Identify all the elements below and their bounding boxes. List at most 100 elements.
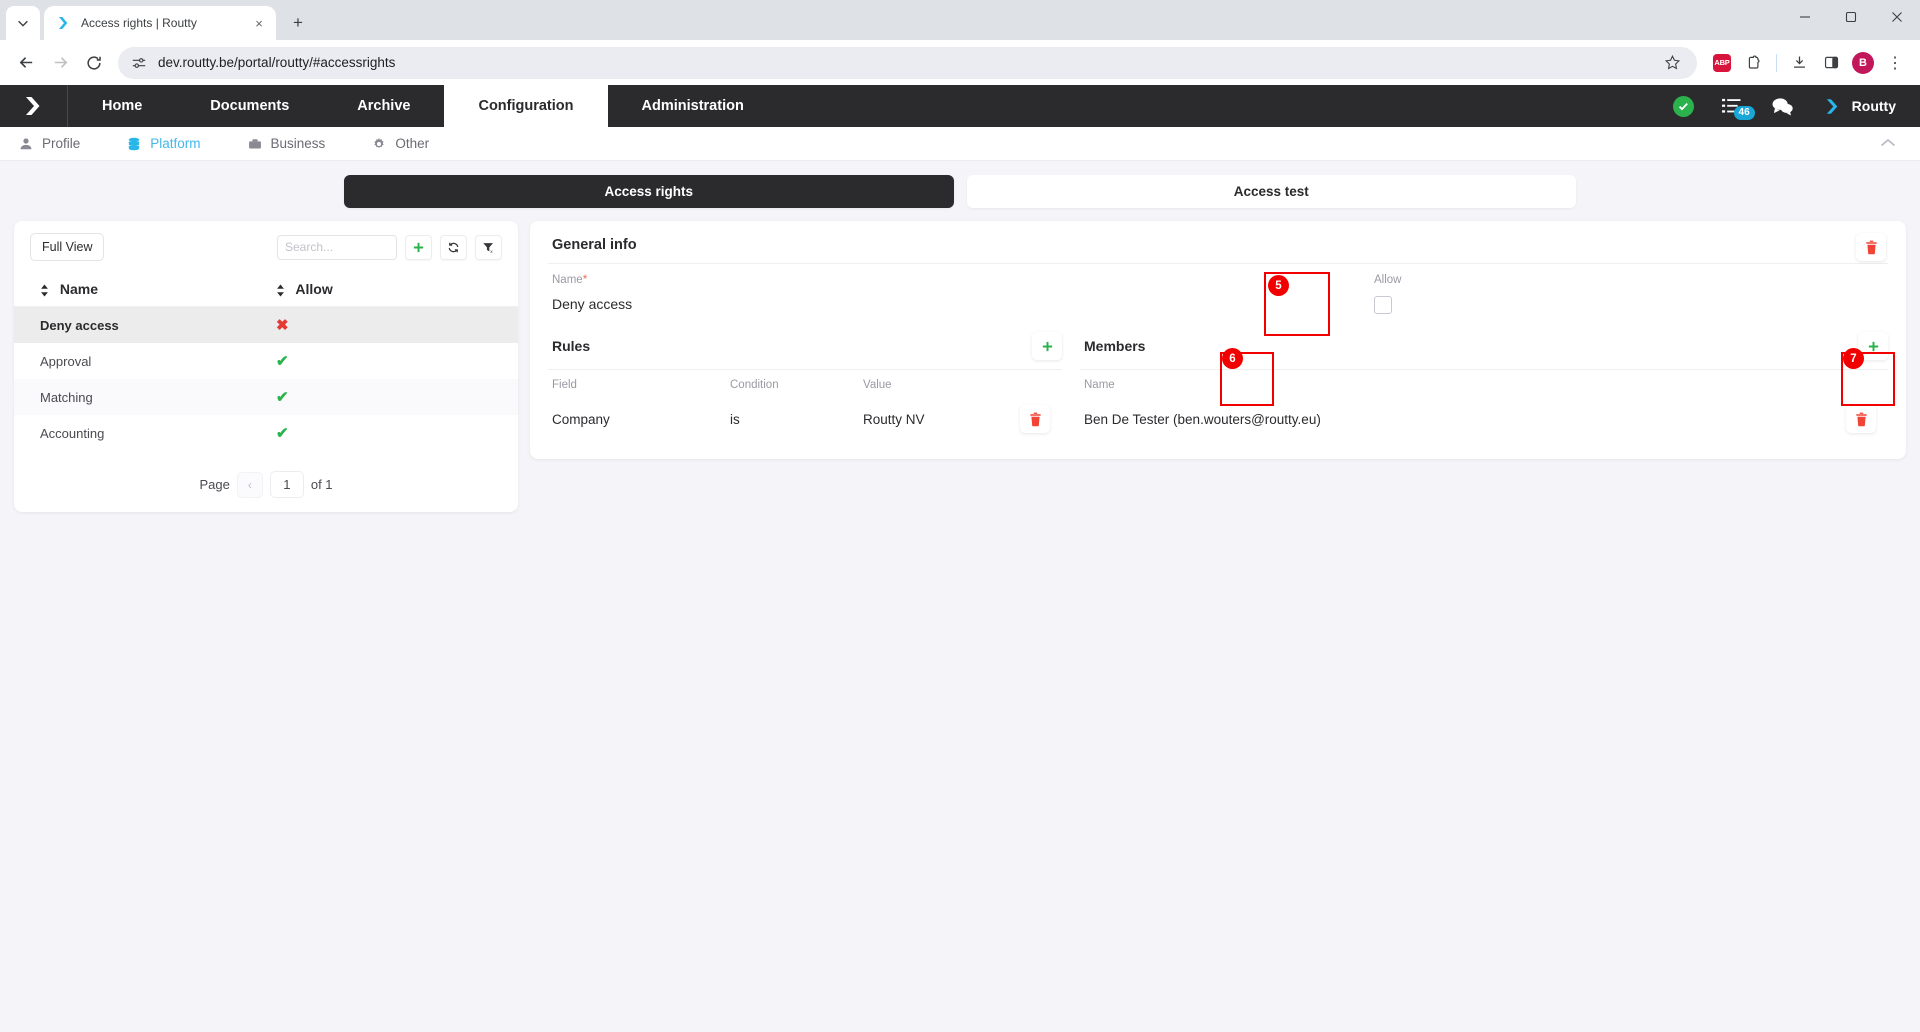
page-content: Access rights Access test Full View [0,161,1920,512]
rules-header: Rules [548,332,1062,369]
name-label-text: Name [552,274,583,286]
reload-button[interactable] [78,47,110,79]
side-panel-icon[interactable] [1816,48,1846,78]
rules-table-body: Company is Routty NV [548,399,1062,439]
rule-field: Company [548,399,726,439]
subnav-item-business[interactable]: Business [247,136,348,152]
rules-table-header: Field Condition Value [548,370,1062,399]
delete-rule-button[interactable] [1020,405,1050,433]
subnav-label-business: Business [271,136,326,151]
table-row[interactable]: Ben De Tester (ben.wouters@routty.eu) [1080,399,1888,439]
nav-item-archive[interactable]: Archive [323,85,444,127]
site-settings-icon[interactable] [130,54,148,72]
routty-logo-icon [56,15,72,31]
subnav-label-other: Other [395,136,429,151]
person-icon [18,136,34,152]
table-row[interactable]: Company is Routty NV [548,399,1062,439]
downloads-icon[interactable] [1784,48,1814,78]
profile-button[interactable]: B [1848,48,1878,78]
task-count-badge: 46 [1734,106,1755,120]
table-row[interactable]: Approval ✔ [14,343,518,379]
annotation-number-6: 6 [1222,348,1243,369]
minimize-button[interactable] [1782,0,1828,34]
rule-condition: is [726,399,859,439]
maximize-icon [1845,11,1857,23]
allow-checkbox[interactable] [1374,296,1392,314]
refresh-icon [447,241,460,254]
row-allow: ✔ [274,379,518,415]
forward-button[interactable] [44,47,76,79]
subnav-item-other[interactable]: Other [371,136,451,152]
briefcase-icon [247,136,263,152]
members-column-actions [1842,370,1888,399]
search-input[interactable] [277,235,397,260]
extensions-icon[interactable] [1739,48,1769,78]
delete-member-button[interactable] [1846,405,1876,433]
address-bar[interactable]: dev.routty.be/portal/routty/#accessright… [118,47,1697,79]
table-row[interactable]: Accounting ✔ [14,415,518,451]
rules-add-button[interactable] [1032,332,1062,360]
delete-access-right-button[interactable] [1856,233,1886,261]
chevron-up-icon[interactable] [1880,135,1896,153]
refresh-button[interactable] [440,235,467,260]
bookmark-star-icon[interactable] [1661,52,1683,74]
row-allow: ✔ [274,415,518,451]
list-toolbar: Full View [14,233,518,261]
chevron-down-icon [16,16,30,30]
tab-access-test[interactable]: Access test [967,175,1577,208]
page-number-input[interactable] [270,471,304,498]
members-column-name: Name [1080,370,1842,399]
check-circle-icon[interactable] [1673,96,1694,117]
sort-icon [40,284,49,297]
column-header-allow-label: Allow [295,281,332,297]
close-icon[interactable]: × [250,14,268,32]
access-right-detail-panel: General info Name* Deny access Allow [530,221,1906,459]
nav-right-actions: 46 Routty [1673,85,1920,127]
table-row[interactable]: Matching ✔ [14,379,518,415]
general-info-title: General info [548,235,1888,263]
page-tabs: Access rights Access test [14,175,1906,208]
add-button[interactable] [405,235,432,260]
routty-chevron-logo [1822,96,1843,117]
chat-button[interactable] [1771,97,1794,116]
check-icon: ✔ [276,425,289,442]
nav-item-home[interactable]: Home [68,85,176,127]
app-logo[interactable] [0,85,68,127]
tab-access-rights[interactable]: Access rights [344,175,954,208]
nav-item-documents[interactable]: Documents [176,85,323,127]
application: Home Documents Archive Configuration Adm… [0,85,1920,1032]
column-header-name[interactable]: Name [14,275,274,307]
nav-item-configuration[interactable]: Configuration [444,85,607,127]
full-view-button[interactable]: Full View [30,233,104,261]
routty-chevron-logo [21,93,47,119]
column-header-allow[interactable]: Allow [274,275,518,307]
subnav-item-platform[interactable]: Platform [126,136,222,152]
chat-bubbles-icon [1771,97,1794,116]
table-row[interactable]: Deny access ✖ [14,307,518,344]
tab-search-button[interactable] [6,6,40,40]
filter-clear-icon: x [482,241,495,254]
adblock-plus-icon[interactable]: ABP [1707,48,1737,78]
address-bar-url: dev.routty.be/portal/routty/#accessright… [158,55,1651,70]
column-header-name-label: Name [60,281,98,297]
maximize-button[interactable] [1828,0,1874,34]
prev-page-button[interactable]: ‹ [237,472,263,498]
clear-filter-button[interactable]: x [475,235,502,260]
plus-icon [1867,340,1880,353]
task-list-button[interactable]: 46 [1722,97,1743,116]
subnav-item-profile[interactable]: Profile [18,136,102,152]
user-menu[interactable]: Routty [1822,96,1896,117]
browser-tab[interactable]: Access rights | Routty × [44,6,276,40]
member-name: Ben De Tester (ben.wouters@routty.eu) [1080,399,1842,439]
back-button[interactable] [10,47,42,79]
window-controls [1782,0,1920,34]
close-window-button[interactable] [1874,0,1920,34]
rule-actions [1016,399,1062,439]
nav-item-administration[interactable]: Administration [608,85,778,127]
nav-spacer [778,85,1673,127]
list-toolbar-actions: x [277,235,502,260]
members-table-header: Name [1080,370,1888,399]
new-tab-button[interactable]: + [284,9,312,37]
chrome-menu-icon[interactable]: ⋮ [1880,48,1910,78]
name-field-value[interactable]: Deny access [552,296,632,312]
